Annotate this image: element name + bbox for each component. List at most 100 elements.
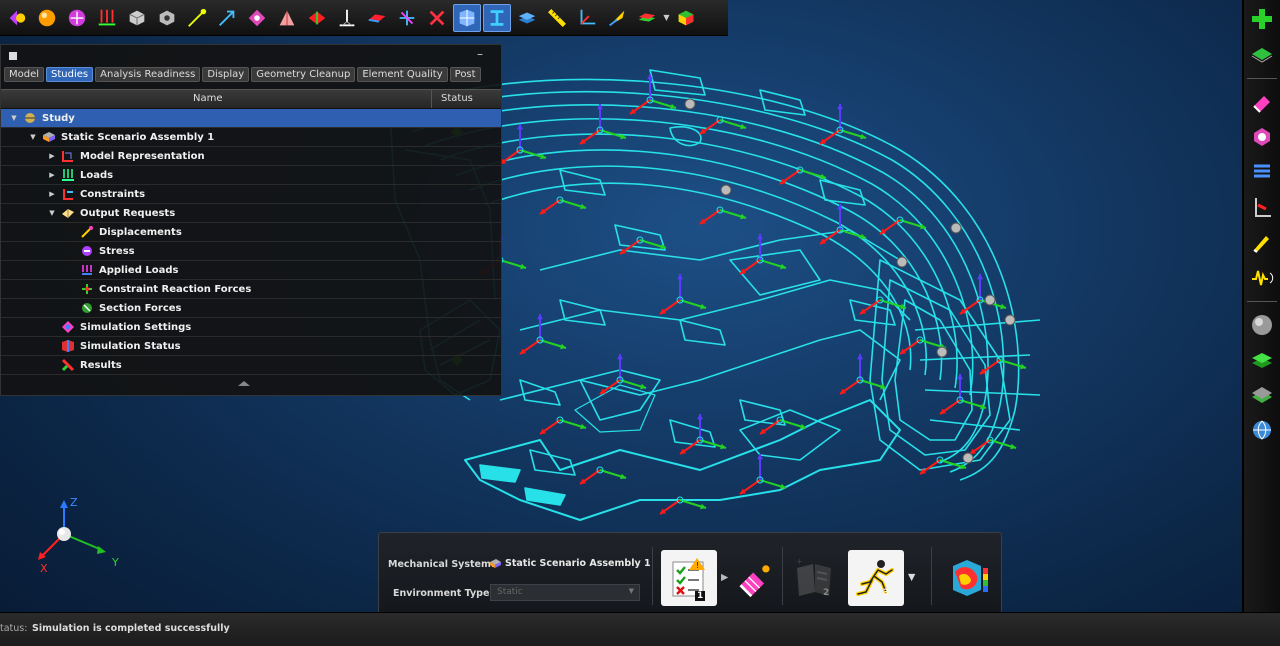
arrow-head xyxy=(697,414,703,420)
tree-item-constraint-reaction-forces[interactable]: Constraint Reaction Forces xyxy=(1,280,501,299)
mesh-plane-icon[interactable] xyxy=(1247,380,1277,410)
tab-analysis-readiness[interactable]: Analysis Readiness xyxy=(95,66,201,82)
vector-icon[interactable] xyxy=(213,4,241,32)
mechanical-system-label: Mechanical System: xyxy=(388,559,495,570)
environment-type-select[interactable]: Static ▼ xyxy=(490,584,640,601)
load-icon[interactable] xyxy=(93,4,121,32)
add-green-icon[interactable] xyxy=(1247,4,1277,34)
x-axis-label: X xyxy=(40,562,48,575)
minimize-icon[interactable]: – xyxy=(477,47,483,61)
tree-item-model-representation[interactable]: ▶ Model Representation xyxy=(1,147,501,166)
sphere-icon[interactable] xyxy=(33,4,61,32)
list-icon[interactable] xyxy=(1247,157,1277,187)
symmetry-icon[interactable] xyxy=(423,4,451,32)
collapse-icon[interactable]: ▼ xyxy=(9,113,19,123)
tree-item-results[interactable]: Results xyxy=(1,356,501,375)
tab-geometry-cleanup[interactable]: Geometry Cleanup xyxy=(251,66,356,82)
green-plane-icon[interactable] xyxy=(1247,39,1277,69)
environment-type-value: Static xyxy=(497,587,523,597)
tab-post[interactable]: Post xyxy=(449,66,481,82)
name-column-header[interactable]: Name xyxy=(193,93,223,104)
plane-icon[interactable] xyxy=(273,4,301,32)
tree-item-simulation-status[interactable]: Simulation Status xyxy=(1,337,501,356)
tree-item-label: Results xyxy=(80,359,122,371)
axis-flag-icon[interactable] xyxy=(1247,192,1277,222)
eraser-icon[interactable] xyxy=(1247,87,1277,117)
mesh-icon[interactable] xyxy=(453,3,481,32)
connector-mesh-icon[interactable] xyxy=(1247,122,1277,152)
materials-button[interactable] xyxy=(735,550,775,606)
tab-display[interactable]: Display xyxy=(202,66,250,82)
layers-icon[interactable] xyxy=(513,4,541,32)
flag-icon[interactable] xyxy=(303,4,331,32)
view-results-button[interactable] xyxy=(941,550,997,606)
globe-icon[interactable] xyxy=(1247,415,1277,445)
material-icon[interactable] xyxy=(672,4,700,32)
component-icon[interactable] xyxy=(123,4,151,32)
tree-item-loads[interactable]: ▶ Loads xyxy=(1,166,501,185)
point-icon[interactable] xyxy=(183,4,211,32)
analysis-manual-button[interactable]: + xyxy=(787,550,843,606)
surface-icon[interactable] xyxy=(363,4,391,32)
status-column-header[interactable]: Status xyxy=(441,93,473,104)
eye-component-icon[interactable] xyxy=(153,4,181,32)
run-analysis-button[interactable] xyxy=(848,550,904,606)
tree-item-label: Simulation Status xyxy=(80,340,181,352)
undo-icon[interactable] xyxy=(3,4,31,32)
pin-icon[interactable] xyxy=(9,52,17,60)
section-icon[interactable] xyxy=(393,4,421,32)
mass-icon[interactable] xyxy=(63,4,91,32)
expand-arrow-icon[interactable]: ▶ xyxy=(721,572,728,583)
axes-icon[interactable] xyxy=(573,4,601,32)
expand-icon[interactable]: ▶ xyxy=(47,189,57,199)
step-1-badge: 1 xyxy=(695,591,706,601)
expand-icon[interactable]: ▶ xyxy=(47,170,57,180)
model-representation-icon xyxy=(61,149,75,163)
tree-item-study[interactable]: ▼ Study xyxy=(1,109,501,128)
tree-column-header: Name Status xyxy=(1,89,501,109)
tree-item-static-scenario-assembly-1[interactable]: ▼ Static Scenario Assembly 1 xyxy=(1,128,501,147)
tab-element-quality[interactable]: Element Quality xyxy=(357,66,448,82)
tree-item-applied-loads[interactable]: Applied Loads xyxy=(1,261,501,280)
connector-icon[interactable] xyxy=(243,4,271,32)
column-divider[interactable] xyxy=(431,90,432,108)
status-bar: tatus: Simulation is completed successfu… xyxy=(0,612,1280,646)
connector-sphere xyxy=(684,98,696,110)
results-icon xyxy=(61,358,75,372)
gray-sphere-icon[interactable] xyxy=(1247,310,1277,340)
tab-model[interactable]: Model xyxy=(4,66,45,82)
results-cube-icon xyxy=(953,560,988,596)
green-layers-icon[interactable] xyxy=(1247,345,1277,375)
tree-item-output-requests[interactable]: ▼ Output Requests xyxy=(1,204,501,223)
signal-icon[interactable] xyxy=(1247,262,1277,292)
measure-icon[interactable] xyxy=(543,4,571,32)
run-options-dropdown[interactable]: ▼ xyxy=(908,572,915,583)
h-beam-icon[interactable] xyxy=(483,3,511,32)
panel-resize-grip[interactable] xyxy=(237,381,251,387)
color-scale-icon[interactable] xyxy=(633,4,661,32)
y-axis-label: Y xyxy=(111,556,119,569)
collapse-icon[interactable]: ▼ xyxy=(47,208,57,218)
toolbar-dropdown-arrow[interactable]: ▼ xyxy=(662,4,671,32)
mechanical-system-value[interactable]: Static Scenario Assembly 1 xyxy=(489,558,651,569)
tree-item-section-forces[interactable]: Section Forces xyxy=(1,299,501,318)
collapse-icon[interactable]: ▼ xyxy=(28,132,38,142)
pencil-icon[interactable] xyxy=(1247,227,1277,257)
tab-studies[interactable]: Studies xyxy=(46,66,94,82)
tree-item-label: Model Representation xyxy=(80,150,205,162)
validate-model-button[interactable]: ! xyxy=(661,550,717,606)
cone-icon[interactable] xyxy=(603,4,631,32)
connector-sphere xyxy=(936,346,948,358)
arrow-head xyxy=(957,374,963,380)
constraint-icon[interactable] xyxy=(333,4,361,32)
tree-item-constraints[interactable]: ▶ Constraints xyxy=(1,185,501,204)
panel-divider xyxy=(782,547,783,605)
arrow-head xyxy=(537,314,543,320)
tree-item-stress[interactable]: Stress xyxy=(1,242,501,261)
tree-item-displacements[interactable]: Displacements xyxy=(1,223,501,242)
expand-icon[interactable]: ▶ xyxy=(47,151,57,161)
tree-item-simulation-settings[interactable]: Simulation Settings xyxy=(1,318,501,337)
